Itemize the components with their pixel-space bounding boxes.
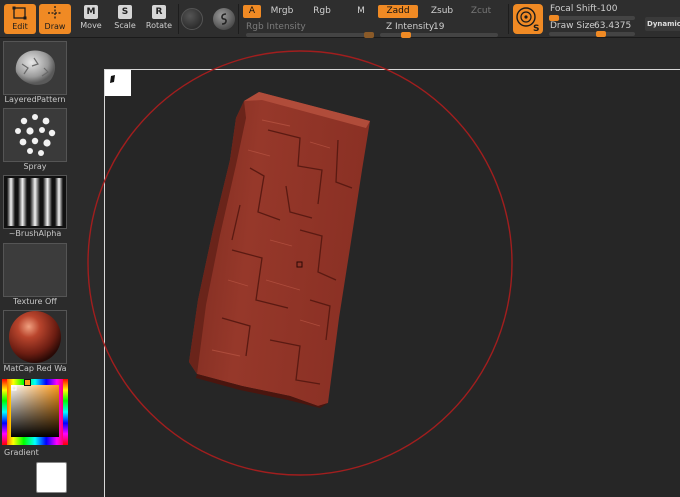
sculpted-mesh[interactable] [189,92,370,408]
viewport-overlay [87,50,513,476]
zbrush-window: Edit Draw M Move S Scale R Rotate A Mrgb… [0,0,680,497]
